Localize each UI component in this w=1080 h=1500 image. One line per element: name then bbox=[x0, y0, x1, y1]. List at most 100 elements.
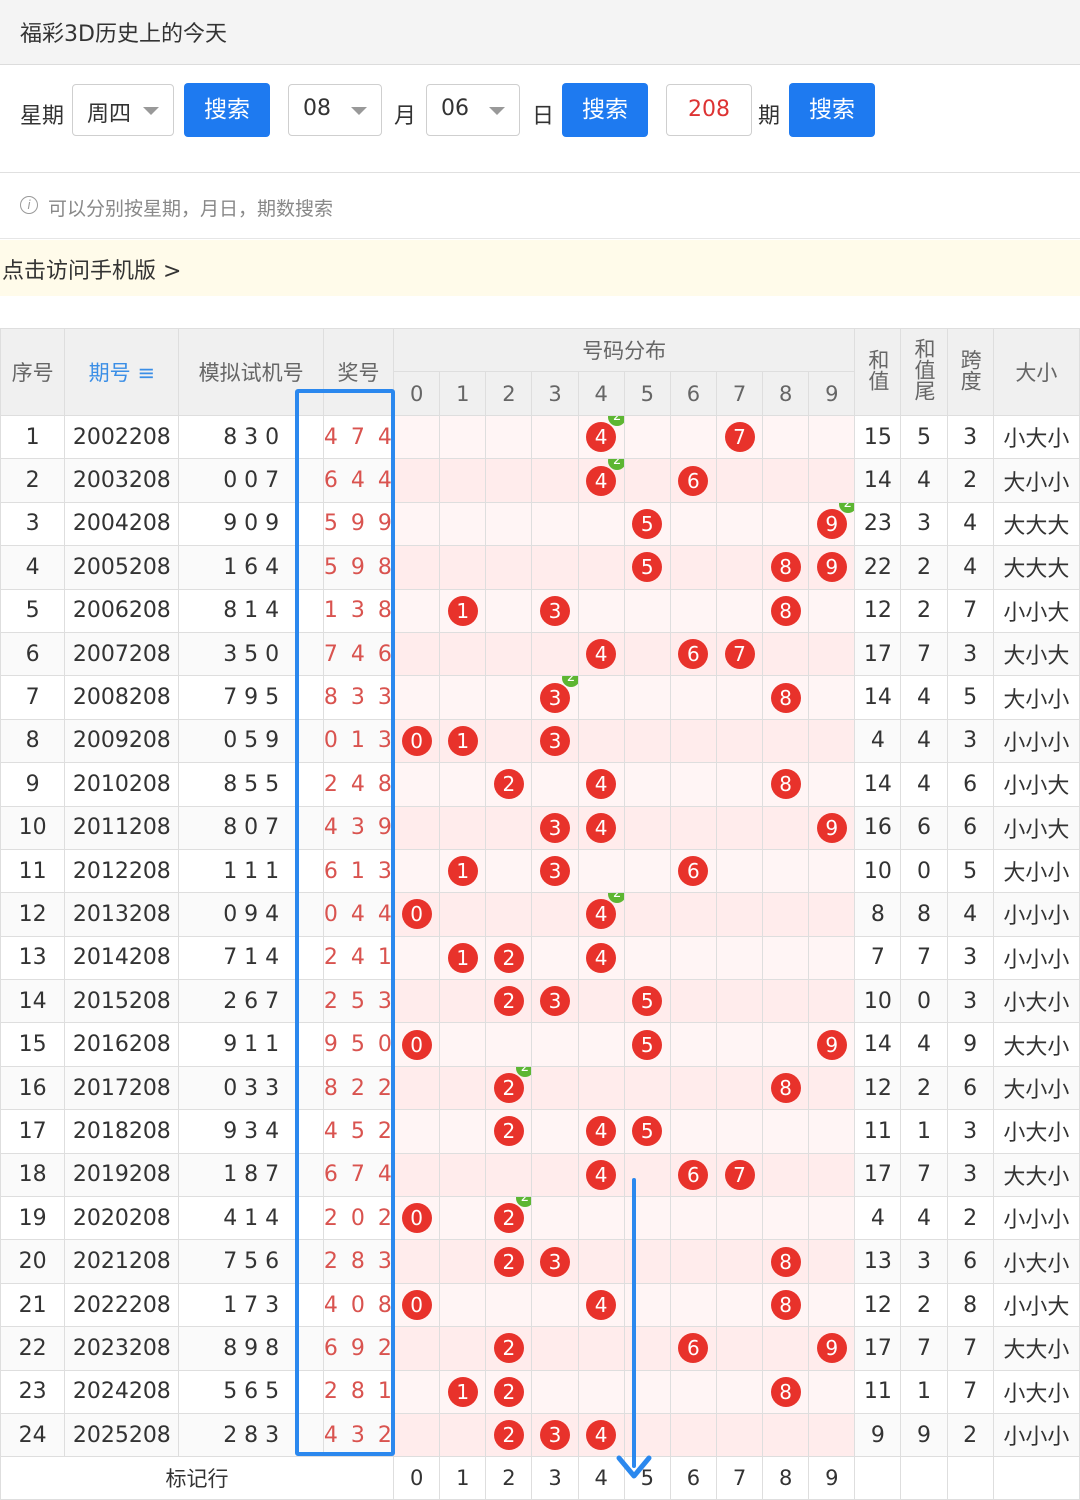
dist-cell-8 bbox=[762, 848, 810, 894]
sum-tail-cell: 0 bbox=[900, 848, 948, 894]
number-ball: 8 bbox=[770, 595, 801, 626]
table-row: 2 2003208 0 0 76 4 4 4 2 6 14 4 2 大小小 bbox=[0, 458, 1080, 503]
issue-cell: 2009208 bbox=[64, 718, 180, 764]
number-ball: 8 bbox=[770, 682, 801, 713]
weekday-value: 周四 bbox=[87, 102, 132, 127]
dist-cell-5 bbox=[623, 588, 671, 633]
dist-cell-3 bbox=[531, 935, 579, 981]
size-cell: 大小小 bbox=[992, 848, 1080, 894]
dist-cell-1 bbox=[439, 1282, 487, 1328]
period-search-button[interactable]: 搜索 bbox=[789, 83, 875, 137]
dist-cell-3 bbox=[531, 1109, 579, 1154]
number-ball: 2 bbox=[493, 1333, 524, 1364]
number-ball: 5 bbox=[632, 552, 663, 583]
dist-cell-7 bbox=[715, 718, 764, 764]
span-cell: 7 bbox=[946, 588, 994, 633]
trial-cell: 2 6 7 bbox=[178, 979, 324, 1024]
trial-cell: 9 3 4 bbox=[178, 1109, 324, 1154]
seq-cell: 24 bbox=[0, 1412, 66, 1458]
marker-digit-0[interactable]: 0 bbox=[393, 1456, 441, 1500]
dist-cell-6: 6 bbox=[669, 1152, 717, 1198]
dist-cell-5: 5 bbox=[623, 1109, 671, 1154]
dist-cell-4: 42 bbox=[577, 458, 625, 503]
dist-cell-3 bbox=[531, 414, 579, 460]
size-cell: 大小小 bbox=[992, 458, 1080, 503]
span-cell: 3 bbox=[946, 1109, 994, 1154]
dist-cell-0 bbox=[393, 588, 441, 633]
seq-cell: 9 bbox=[0, 762, 66, 807]
number-ball: 42 bbox=[586, 893, 624, 930]
marker-digit-9[interactable]: 9 bbox=[808, 1456, 856, 1500]
weekday-search-button[interactable]: 搜索 bbox=[184, 83, 270, 137]
marker-digit-1[interactable]: 1 bbox=[439, 1456, 487, 1500]
dist-cell-3: 3 bbox=[531, 1239, 579, 1284]
size-cell: 大大大 bbox=[992, 501, 1080, 547]
trial-cell: 0 0 7 bbox=[178, 458, 324, 503]
marker-empty-cell bbox=[854, 1456, 902, 1500]
span-header: 跨度 bbox=[946, 328, 994, 416]
number-ball: 0 bbox=[401, 1203, 432, 1234]
marker-digit-7[interactable]: 7 bbox=[715, 1456, 764, 1500]
dist-cell-0 bbox=[393, 762, 441, 807]
issue-cell: 2016208 bbox=[64, 1022, 180, 1067]
trial-cell: 0 9 4 bbox=[178, 892, 324, 937]
sum-cell: 17 bbox=[854, 631, 902, 677]
mobile-version-link[interactable]: 点击访问手机版 > bbox=[2, 253, 181, 285]
number-ball: 9 bbox=[816, 1029, 847, 1060]
dist-cell-7 bbox=[715, 1196, 764, 1241]
number-ball: 6 bbox=[678, 1333, 709, 1364]
date-search-button[interactable]: 搜索 bbox=[562, 83, 648, 137]
search-bar: 星期 周四 搜索 08 月 06 日 搜索 208 期 搜索 bbox=[0, 66, 1080, 173]
dist-cell-2: 2 bbox=[485, 1369, 533, 1414]
issue-cell: 2018208 bbox=[64, 1109, 180, 1154]
win-cell: 4 0 8 bbox=[322, 1282, 395, 1328]
dist-cell-6 bbox=[669, 718, 717, 764]
month-select[interactable]: 08 bbox=[288, 84, 382, 136]
dist-cell-2 bbox=[485, 545, 533, 590]
number-ball: 6 bbox=[678, 1159, 709, 1190]
dist-cell-2 bbox=[485, 588, 533, 633]
issue-cell: 2014208 bbox=[64, 935, 180, 981]
win-cell: 0 4 4 bbox=[322, 892, 395, 937]
marker-digit-8[interactable]: 8 bbox=[762, 1456, 810, 1500]
dist-cell-7: 7 bbox=[715, 1152, 764, 1198]
sort-icon[interactable]: ≡ bbox=[137, 361, 155, 385]
dist-cell-6 bbox=[669, 1369, 717, 1414]
weekday-select[interactable]: 周四 bbox=[72, 84, 174, 136]
dist-cell-6 bbox=[669, 545, 717, 590]
size-cell: 小大小 bbox=[992, 414, 1080, 460]
table-row: 1 2002208 8 3 04 7 4 4 2 7 15 5 3 小大小 bbox=[0, 414, 1080, 460]
marker-digit-2[interactable]: 2 bbox=[485, 1456, 533, 1500]
dist-cell-2 bbox=[485, 892, 533, 937]
repeat-count-badge: 2 bbox=[608, 893, 624, 904]
dist-cell-8 bbox=[762, 1412, 810, 1458]
number-ball: 4 bbox=[586, 1116, 617, 1147]
span-cell: 3 bbox=[946, 979, 994, 1024]
dist-cell-4 bbox=[577, 848, 625, 894]
marker-digit-6[interactable]: 6 bbox=[669, 1456, 717, 1500]
dist-cell-1: 1 bbox=[439, 588, 487, 633]
dist-cell-8: 8 bbox=[762, 675, 810, 720]
dist-cell-7 bbox=[715, 1109, 764, 1154]
dist-cell-6 bbox=[669, 1412, 717, 1458]
number-ball: 3 bbox=[540, 1246, 570, 1277]
period-input[interactable]: 208 bbox=[666, 84, 752, 136]
chevron-down-icon bbox=[143, 107, 159, 115]
size-cell: 小小小 bbox=[992, 1412, 1080, 1458]
win-cell: 4 3 2 bbox=[322, 1412, 395, 1458]
dist-cell-2: 22 bbox=[485, 1065, 533, 1111]
win-cell: 2 5 3 bbox=[322, 979, 395, 1024]
seq-cell: 14 bbox=[0, 979, 66, 1024]
sum-tail-cell: 1 bbox=[900, 1369, 948, 1414]
win-cell: 4 3 9 bbox=[322, 805, 395, 850]
issue-header[interactable]: 期号 ≡ bbox=[64, 328, 180, 416]
dist-cell-6: 6 bbox=[669, 848, 717, 894]
number-ball: 0 bbox=[401, 1290, 432, 1320]
sum-cell: 14 bbox=[854, 762, 902, 807]
table-row: 3 2004208 9 0 95 9 9 5 9 2 23 3 4 大大大 bbox=[0, 501, 1080, 547]
day-select[interactable]: 06 bbox=[426, 84, 520, 136]
marker-digit-3[interactable]: 3 bbox=[531, 1456, 579, 1500]
issue-header-label: 期号 bbox=[88, 361, 131, 385]
weekday-label: 星期 bbox=[20, 104, 65, 129]
marker-digit-4[interactable]: 4 bbox=[577, 1456, 625, 1500]
